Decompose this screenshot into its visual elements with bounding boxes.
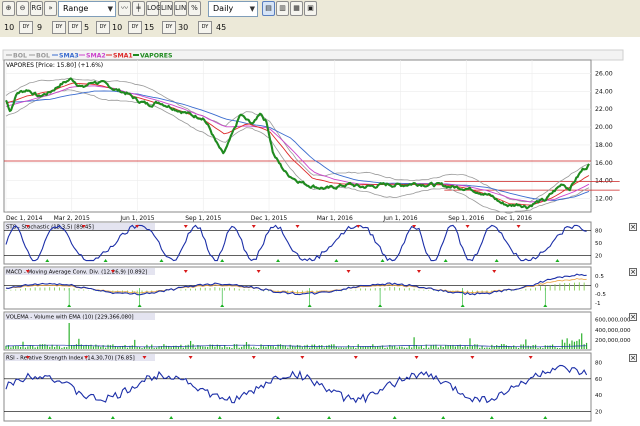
- x-tick-label: Dec 1, 2014: [6, 215, 43, 222]
- macd-y-tick: 0.5: [595, 274, 604, 280]
- rsi-y-tick: 80: [595, 361, 603, 367]
- interval-select[interactable]: Daily ▼: [208, 1, 258, 17]
- bar-icon[interactable]: ╪: [132, 1, 145, 16]
- sts-y-tick: 50: [595, 241, 603, 247]
- x-tick-label: Jun 1, 2016: [382, 215, 417, 222]
- panel-sts: STS - Stochastic (15,3,5) [89.45]805020: [3, 221, 603, 265]
- close-volema-icon[interactable]: ×: [629, 313, 637, 321]
- close-macd-icon[interactable]: ×: [629, 268, 637, 276]
- y-tick-label: 26.00: [595, 70, 613, 77]
- preset-button[interactable]: DY: [19, 21, 33, 34]
- preset-button[interactable]: DY: [68, 21, 82, 34]
- x-tick-label: Mar 1, 2016: [317, 215, 353, 222]
- line-icon[interactable]: 〰: [118, 1, 131, 16]
- rsi-y-tick: 60: [595, 377, 603, 383]
- preset-button[interactable]: DY: [96, 21, 110, 34]
- x-tick-label: Jun 1, 2015: [119, 215, 154, 222]
- preset-value: 30: [178, 23, 189, 32]
- preset-value: 9: [37, 23, 43, 32]
- rsi-y-tick: 20: [595, 409, 603, 415]
- price-title: VAPORES [Price: 15.80] (+1.6%): [6, 62, 103, 69]
- chart-area: BOL BOL SMA3 SMA2 SMA1 VAPORES VAPORES […: [0, 37, 640, 422]
- panel-macd: MACD - Moving Average Conv. Div. (12,26,…: [3, 266, 606, 310]
- sts-y-tick: 20: [595, 254, 603, 260]
- sts-y-tick: 80: [595, 228, 603, 234]
- preset-button[interactable]: DY: [128, 21, 142, 34]
- preset-toolbar: 10 DY 9 DY DY 5 DY 10 DY 15 DY 30 DY 45: [0, 19, 640, 38]
- volema-y-tick: 400,000,000: [595, 328, 631, 334]
- log-scale-icon[interactable]: LOG: [146, 1, 162, 16]
- legend-bol-1: BOL: [13, 53, 27, 60]
- legend-bol-2: BOL: [36, 53, 50, 60]
- preset-button[interactable]: DY: [198, 21, 212, 34]
- x-tick-label: Sep 1, 2015: [185, 215, 221, 222]
- y-tick-label: 16.00: [595, 160, 613, 167]
- preset-button[interactable]: DY: [162, 21, 176, 34]
- layout-1-icon[interactable]: ▤: [262, 1, 275, 16]
- volema-label: VOLEMA - Volume with EMA (10) [229,366,0…: [6, 315, 134, 321]
- y-tick-label: 24.00: [595, 88, 613, 95]
- rsi-y-tick: 40: [595, 393, 603, 399]
- macd-y-tick: -0.5: [595, 292, 606, 298]
- range-icon[interactable]: RG: [30, 1, 43, 16]
- legend-sma2: SMA2: [86, 53, 106, 60]
- percent-icon[interactable]: %: [188, 1, 201, 16]
- preset-value: 10: [4, 23, 15, 32]
- chevron-down-icon: ▼: [107, 5, 113, 13]
- linear-icon[interactable]: LIN: [160, 1, 173, 16]
- panel-rsi: RSI - Relative Strength Index (14,30,70)…: [3, 352, 603, 422]
- chevron-down-icon: ▼: [249, 5, 255, 13]
- y-tick-label: 18.00: [595, 142, 613, 149]
- main-toolbar: ⊕ ⊖ RG » Range ▼ 〰 ╪ LOG LIN LIN % Daily ▼…: [0, 0, 640, 20]
- legend-sma1: SMA1: [113, 53, 133, 60]
- x-tick-label: Dec 1, 2016: [496, 215, 533, 222]
- interval-value: Daily: [213, 4, 234, 13]
- preset-value: 5: [84, 23, 90, 32]
- y-tick-label: 20.00: [595, 124, 613, 131]
- zoom-out-icon[interactable]: ⊖: [16, 1, 29, 16]
- legend-vapores: VAPORES: [140, 53, 172, 60]
- preset-value: 45: [216, 23, 227, 32]
- panel-volema: VOLEMA - Volume with EMA (10) [229,366,0…: [3, 311, 631, 351]
- preset-value: 15: [144, 23, 155, 32]
- lin-scale-icon[interactable]: LIN: [174, 1, 187, 16]
- zoom-in-icon[interactable]: ⊕: [2, 1, 15, 16]
- close-rsi-icon[interactable]: ×: [629, 354, 637, 362]
- x-tick-label: Mar 2, 2015: [54, 215, 90, 222]
- macd-y-tick: 0: [595, 283, 599, 289]
- preset-value: 10: [112, 23, 123, 32]
- x-tick-label: Sep 1, 2016: [448, 215, 484, 222]
- macd-y-tick: -1: [595, 301, 601, 307]
- close-sts-icon[interactable]: ×: [629, 223, 637, 231]
- rsi-panel-frame: [3, 352, 592, 422]
- range-select-icon[interactable]: »: [44, 1, 57, 16]
- volema-y-tick: 200,000,000: [595, 338, 631, 344]
- chart-canvas[interactable]: BOL BOL SMA3 SMA2 SMA1 VAPORES VAPORES […: [0, 37, 640, 422]
- preset-button[interactable]: DY: [52, 21, 66, 34]
- rsi-label: RSI - Relative Strength Index (14,30,70)…: [6, 356, 135, 362]
- y-tick-label: 22.00: [595, 106, 613, 113]
- y-tick-label: 12.00: [595, 196, 613, 203]
- layout-3-icon[interactable]: ▦: [290, 1, 303, 16]
- range-value: Range: [63, 4, 89, 13]
- x-tick-label: Dec 1, 2015: [251, 215, 288, 222]
- volema-y-tick: 600,000,000: [595, 318, 631, 324]
- layout-4-icon[interactable]: ▣: [304, 1, 317, 16]
- range-select[interactable]: Range ▼: [58, 1, 116, 17]
- legend-sma3: SMA3: [59, 53, 79, 60]
- layout-2-icon[interactable]: ▥: [276, 1, 289, 16]
